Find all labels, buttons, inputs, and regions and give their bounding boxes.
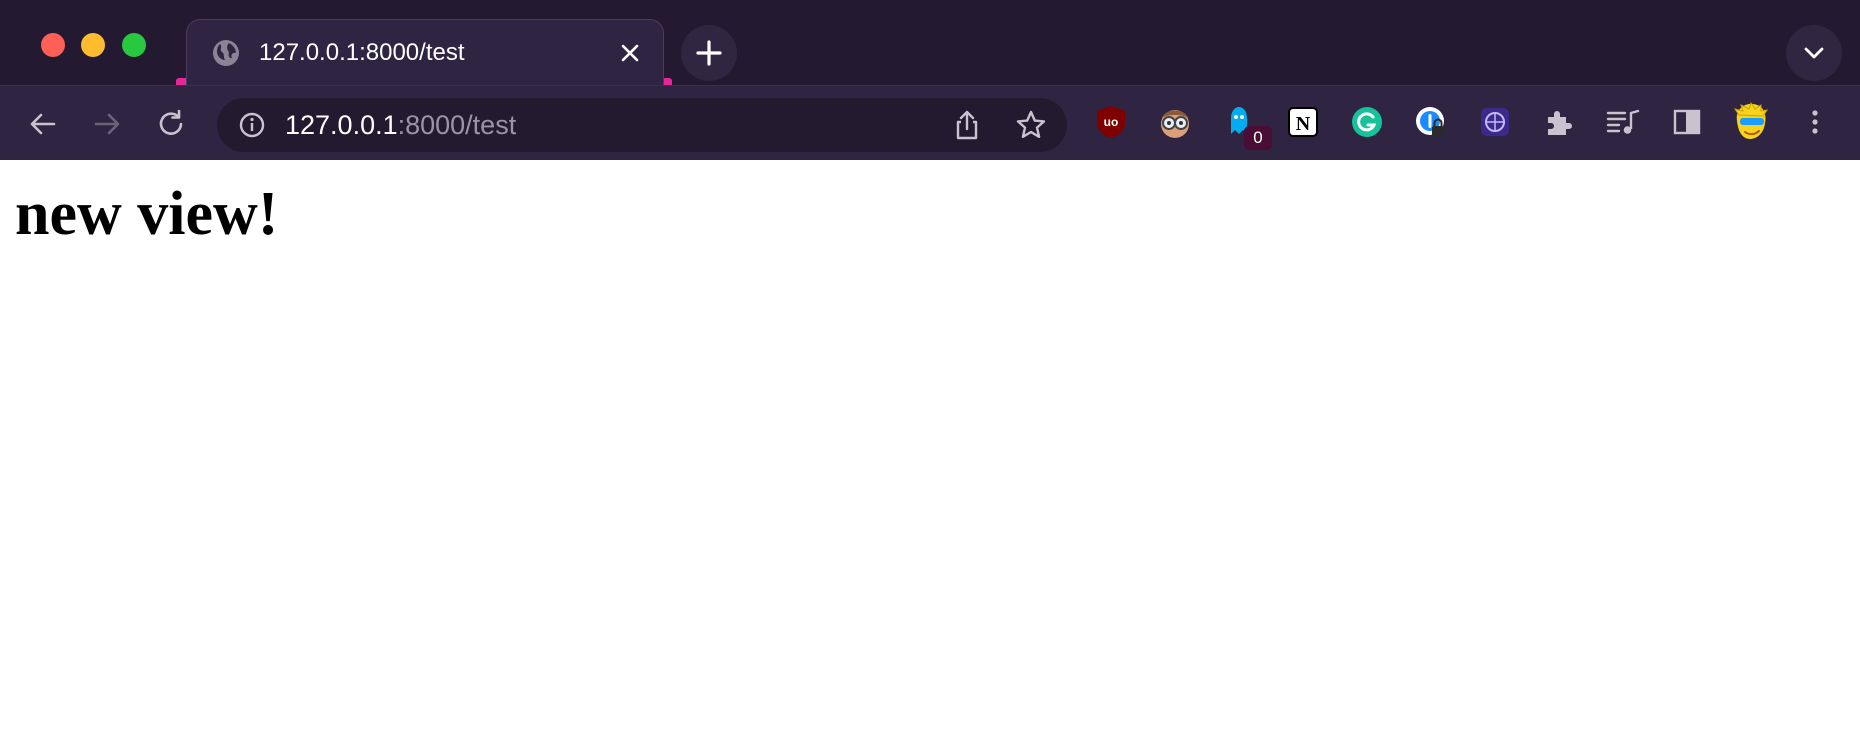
- profile-avatar-icon[interactable]: [1731, 101, 1771, 142]
- url-path: :8000/test: [397, 110, 517, 140]
- grammarly-icon[interactable]: [1347, 102, 1387, 142]
- media-control-icon[interactable]: [1603, 102, 1643, 142]
- page-heading: new view!: [15, 180, 279, 248]
- reload-button[interactable]: [151, 104, 191, 144]
- url-host: 127.0.0.1: [285, 110, 398, 140]
- tab-search-button[interactable]: [1786, 25, 1842, 81]
- ghostery-badge: 0: [1244, 126, 1272, 150]
- extensions-puzzle-icon[interactable]: [1539, 102, 1579, 142]
- window-close-button[interactable]: [41, 33, 65, 57]
- tab-strip: 127.0.0.1:8000/test: [0, 0, 1860, 85]
- side-panel-icon[interactable]: [1667, 102, 1707, 142]
- globe-icon: [213, 40, 239, 66]
- window-minimize-button[interactable]: [81, 33, 105, 57]
- purple-compass-icon[interactable]: [1475, 102, 1515, 142]
- glasses-face-icon[interactable]: [1155, 102, 1195, 142]
- share-icon[interactable]: [950, 108, 984, 142]
- site-info-icon[interactable]: [237, 110, 267, 140]
- arrow-right-icon: [94, 113, 120, 135]
- close-tab-icon[interactable]: [617, 40, 643, 66]
- url-text: 127.0.0.1:8000/test: [285, 109, 516, 141]
- address-bar[interactable]: 127.0.0.1:8000/test: [217, 98, 1067, 152]
- svg-text:N: N: [1296, 113, 1311, 135]
- window-maximize-button[interactable]: [122, 33, 146, 57]
- toolbar: 127.0.0.1:8000/test uo 0 N: [0, 85, 1860, 160]
- arrow-left-icon: [30, 113, 56, 135]
- notion-icon[interactable]: N: [1283, 102, 1323, 142]
- ublock-origin-icon[interactable]: uo: [1091, 102, 1131, 142]
- plus-icon: [696, 40, 722, 66]
- reload-icon: [159, 109, 183, 135]
- svg-text:uo: uo: [1104, 115, 1119, 129]
- password-manager-icon[interactable]: [1411, 102, 1451, 142]
- forward-button[interactable]: [87, 104, 127, 144]
- back-button[interactable]: [23, 104, 63, 144]
- tab-title: 127.0.0.1:8000/test: [259, 39, 465, 66]
- bookmark-star-icon[interactable]: [1014, 108, 1048, 142]
- browser-chrome: 127.0.0.1:8000/test 127.0.0.1:8000/test …: [0, 0, 1860, 160]
- menu-kebab-icon[interactable]: [1795, 102, 1835, 142]
- chevron-down-icon: [1804, 47, 1824, 59]
- active-tab[interactable]: 127.0.0.1:8000/test: [186, 19, 664, 85]
- new-tab-button[interactable]: [681, 25, 737, 81]
